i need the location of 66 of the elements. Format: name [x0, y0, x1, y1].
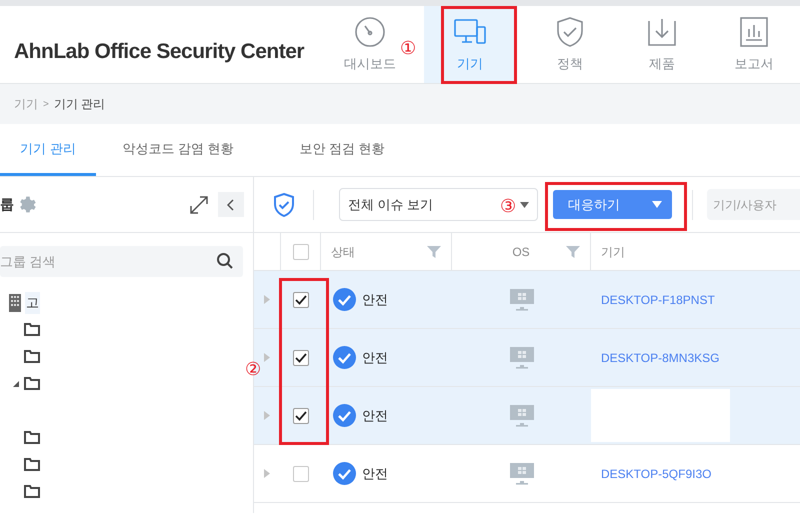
folder-icon [24, 323, 40, 336]
check-circle-icon [333, 404, 356, 427]
check-circle-icon [333, 462, 356, 485]
device-link[interactable]: DESKTOP-F18PNST [601, 290, 715, 308]
panel-title: 룹 [0, 195, 14, 214]
check-circle-icon [333, 288, 356, 311]
column-header[interactable]: 기기 [601, 242, 625, 260]
breadcrumb-link[interactable]: 기기 관리 [54, 95, 106, 113]
search-field[interactable]: 기기/사용자 [707, 189, 800, 220]
filter-icon[interactable] [566, 244, 580, 258]
nav-tab[interactable]: 정책 [524, 6, 616, 83]
shield-check-icon[interactable] [273, 192, 295, 216]
breadcrumb-separator: > [43, 98, 49, 112]
nav-tab[interactable]: 기기 [424, 6, 516, 83]
column-header[interactable]: OS [462, 242, 566, 260]
breadcrumb-link[interactable]: 기기 [14, 95, 38, 113]
folder-icon [24, 377, 40, 390]
expand-icon[interactable] [189, 194, 209, 214]
gauge-icon [353, 15, 387, 50]
page-tab[interactable]: 악성코드 감염 현황 [96, 124, 260, 176]
folder-icon [24, 350, 40, 363]
nav-tab[interactable]: 제품 [616, 6, 708, 83]
checkbox[interactable] [292, 292, 308, 308]
tree-item[interactable]: 고 [25, 292, 40, 314]
app-logo[interactable]: AhnLab Office Security Center [0, 6, 324, 83]
expand-arrow-icon[interactable] [264, 411, 270, 420]
table-row[interactable]: 안전 [254, 387, 800, 445]
windows-monitor-icon [510, 462, 534, 484]
chart-icon [737, 15, 771, 50]
expand-arrow-icon[interactable] [264, 295, 270, 304]
table-row[interactable]: 안전 DESKTOP-F18PNST [254, 271, 800, 329]
windows-monitor-icon [510, 346, 534, 368]
check-circle-icon [333, 346, 356, 369]
nav-tab[interactable]: 보고서 [708, 6, 800, 83]
filter-icon[interactable] [427, 244, 441, 258]
checkbox[interactable] [292, 350, 308, 366]
device-link[interactable]: DESKTOP-8MN3KSG [601, 348, 720, 366]
status-text: 안전 [362, 406, 388, 425]
windows-monitor-icon [510, 404, 534, 426]
folder-icon [24, 458, 40, 471]
step-number: ① [400, 39, 416, 57]
status-text: 안전 [362, 464, 388, 483]
building-icon [9, 294, 21, 312]
checkbox[interactable] [292, 466, 308, 482]
device-link[interactable]: DESKTOP-5QF9I3O [601, 464, 712, 482]
caret-icon [520, 202, 529, 208]
expand-arrow-icon[interactable] [264, 469, 270, 478]
collapse-button[interactable] [218, 192, 244, 217]
checkbox[interactable] [292, 408, 308, 424]
search-icon[interactable] [216, 252, 234, 270]
page-tab[interactable]: 보안 점검 현황 [260, 124, 424, 176]
status-text: 안전 [362, 290, 388, 309]
expanded-icon[interactable] [12, 380, 18, 386]
checkbox[interactable] [292, 244, 308, 260]
page-tab[interactable]: 기기 관리 [0, 124, 96, 176]
folder-icon [24, 485, 40, 498]
status-text: 안전 [362, 348, 388, 367]
chevron-left-icon [227, 198, 235, 210]
search-field[interactable]: 그룹 검색 [0, 246, 243, 277]
expand-arrow-icon[interactable] [264, 353, 270, 362]
action-button[interactable]: 대응하기 [553, 190, 672, 219]
column-header[interactable]: 상태 [331, 242, 427, 260]
step-number: ③ [500, 197, 516, 215]
windows-monitor-icon [510, 288, 534, 310]
folder-icon [24, 431, 40, 444]
caret-icon [652, 201, 662, 208]
